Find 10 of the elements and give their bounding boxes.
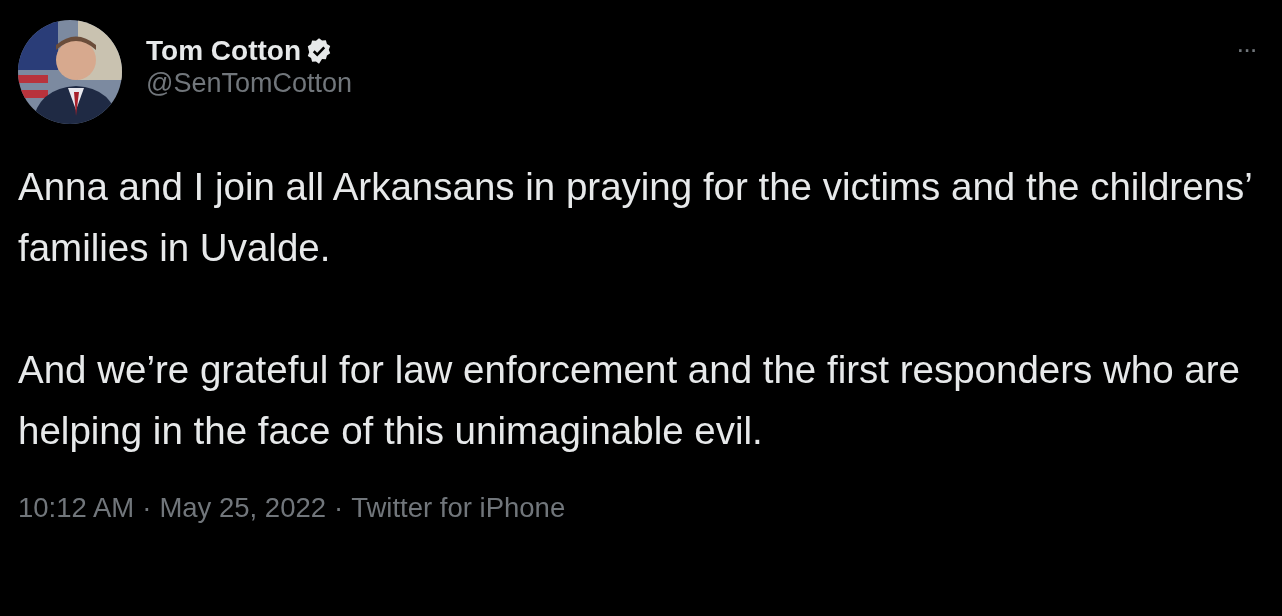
tweet-source: Twitter for iPhone xyxy=(351,491,566,525)
tweet-text: Anna and I join all Arkansans in praying for the victims and the childrens’ families in Uvalde. xyxy=(18,164,1253,271)
separator-dot: · xyxy=(334,491,344,525)
more-options-button[interactable]: ··· xyxy=(1236,36,1256,62)
tweet-time: 10:12 AM xyxy=(18,491,135,525)
author-handle[interactable]: @SenTomCotton xyxy=(146,66,1236,100)
author-name[interactable]: Tom Cotton xyxy=(146,36,301,67)
separator-dot: · xyxy=(142,491,152,525)
tweet-date[interactable]: May 25, 2022 xyxy=(159,487,326,529)
tweet-text: And we’re grateful for law enforcement and the first responders who are helping in the face of this unimaginable evil. xyxy=(18,347,1241,454)
